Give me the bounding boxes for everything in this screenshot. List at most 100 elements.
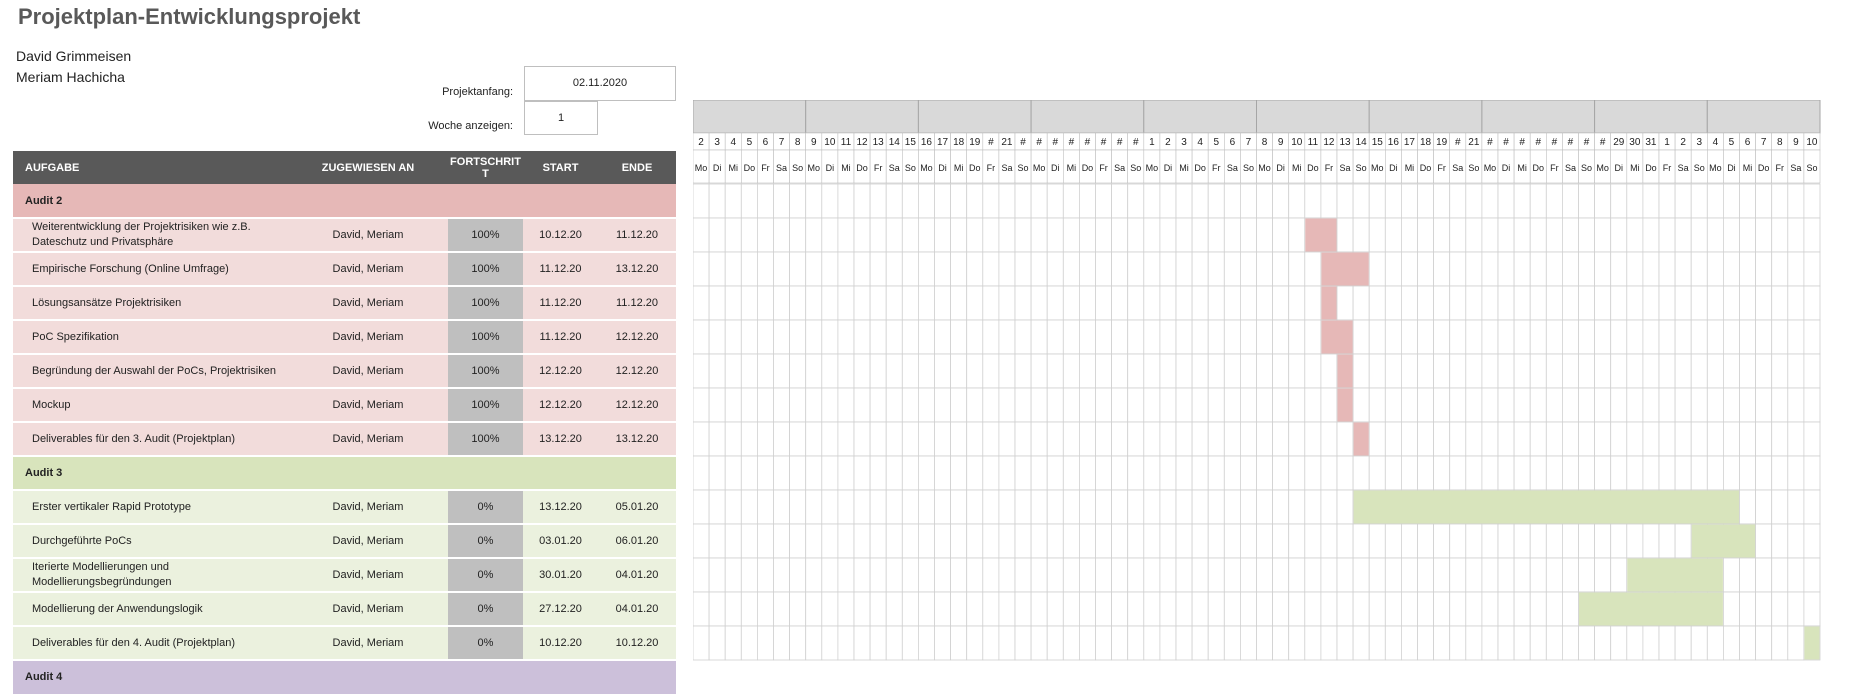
gantt-cell [773,353,791,389]
gantt-cell [1401,591,1418,627]
table-row[interactable]: Deliverables für den 4. Audit (Projektpl… [13,626,676,660]
week-display-input[interactable]: 1 [524,101,598,135]
gantt-cell [1417,455,1435,491]
day-number: 11 [1308,137,1319,148]
gantt-cell [1336,455,1354,491]
weekday-label: So [905,163,916,173]
gantt-cell [1497,183,1515,219]
gantt-cell [1578,523,1596,559]
table-row[interactable]: Modellierung der Anwendungslogik David, M… [13,592,676,626]
day-number: # [988,137,994,148]
task-assigned: David, Meriam [332,331,404,343]
week-header-cell [1368,99,1483,134]
gantt-cell [1352,625,1370,661]
gantt-cell [1449,251,1467,287]
table-row[interactable]: PoC Spezifikation David, Meriam 100% 11.12.… [13,320,676,354]
gantt-cell [934,217,952,253]
gantt-cell [773,183,791,219]
gantt-cell [757,217,774,253]
gantt-cell [950,183,968,219]
gantt-cell [1674,251,1692,287]
week-header-cell [1706,99,1821,134]
gantt-cell [1223,489,1241,525]
day-number: 1 [1664,137,1670,148]
gantt-cell [1256,591,1274,627]
table-row[interactable]: Iterierte Modellierungen und Modellierun… [13,558,676,592]
task-assigned: David, Meriam [332,637,404,649]
gantt-cell [1272,353,1290,389]
gantt-cell [1755,557,1773,593]
gantt-cell [1497,251,1515,287]
gantt-cell [773,421,791,457]
gantt-cell [724,387,742,423]
gantt-cell [1336,557,1354,593]
section-row: Audit 2 [13,184,676,218]
gantt-cell [1078,285,1096,321]
gantt-cell [1127,421,1145,457]
gantt-cell [1046,455,1064,491]
task-progress: 100% [448,422,523,456]
gantt-cell [966,285,984,321]
day-number: 8 [1262,137,1268,148]
gantt-cell [1304,557,1322,593]
table-row[interactable]: Begründung der Auswahl der PoCs, Projekt… [13,354,676,388]
day-number: # [1133,137,1139,148]
day-number: 21 [1001,137,1013,148]
gantt-cell [1175,625,1193,661]
project-start-input[interactable]: 02.11.2020 [524,66,676,101]
gantt-cell [1594,319,1612,355]
task-assigned: David, Meriam [332,535,404,547]
table-row[interactable]: Durchgeführte PoCs David, Meriam 0% 03.01.2… [13,524,676,558]
table-row[interactable]: Lösungsansätze Projektrisiken David, Meri… [13,286,676,320]
gantt-cell [1304,421,1322,457]
day-number: # [1101,137,1107,148]
gantt-cell [1610,285,1628,321]
gantt-cell [982,557,1000,593]
gantt-cell [1320,591,1338,627]
gantt-cell [821,421,839,457]
table-row[interactable]: Weiterentwicklung der Projektrisiken wie… [13,218,676,252]
gantt-cell [1143,557,1161,593]
gantt-cell [1175,285,1193,321]
gantt-cell [901,251,919,287]
gantt-cell [740,353,758,389]
gantt-cell [1562,353,1579,389]
gantt-cell [1529,217,1547,253]
weekday-label: Mo [1146,163,1159,173]
day-number: 31 [1645,137,1657,148]
gantt-cell [1111,285,1129,321]
table-row[interactable]: Mockup David, Meriam 100% 12.12.20 12.12.20 [13,388,676,422]
gantt-cell [1095,285,1113,321]
gantt-cell [1095,217,1113,253]
row-divider [13,251,676,253]
day-number: 3 [714,137,720,148]
gantt-cell [1706,183,1724,219]
gantt-cell [1513,591,1531,627]
gantt-cell [1513,217,1531,253]
gantt-cell [1095,523,1113,559]
table-row[interactable]: Empirische Forschung (Online Umfrage) Dav… [13,252,676,286]
gantt-cell [1723,251,1740,287]
gantt-cell [1207,421,1225,457]
table-row[interactable]: Deliverables für den 3. Audit (Projektpl… [13,422,676,456]
day-number: 10 [1806,137,1818,148]
gantt-cell [1014,183,1032,219]
gantt-cell [1610,353,1628,389]
gantt-cell [998,217,1016,253]
gantt-cell [1771,183,1789,219]
gantt-cell [1078,523,1096,559]
gantt-cell [1384,353,1402,389]
gantt-cell [1046,557,1064,593]
weekday-label: Do [1082,163,1094,173]
task-name: Iterierte Modellierungen und Modellierun… [32,561,172,588]
gantt-cell [1384,455,1402,491]
gantt-cell [885,557,903,593]
task-name: Modellierung der Anwendungslogik [32,602,203,615]
gantt-cell [950,387,968,423]
gantt-cell [1417,183,1435,219]
table-row[interactable]: Erster vertikaler Rapid Prototype David, … [13,490,676,524]
gantt-cell [853,353,871,389]
gantt-cell [1401,285,1418,321]
gantt-cell [692,353,710,389]
gantt-cell [1545,217,1563,253]
